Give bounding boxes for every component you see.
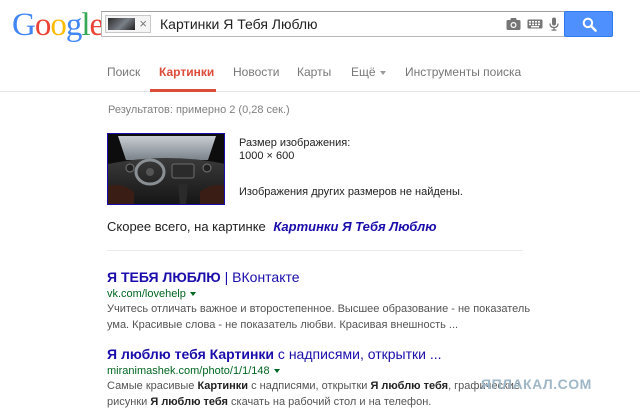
best-guess: Скорее всего, на картинке Картинки Я Теб… (107, 219, 437, 234)
snippet-bold: Я люблю тебя (370, 380, 449, 392)
image-size-value: 1000 × 600 (239, 150, 295, 162)
logo-letter: o (34, 7, 51, 43)
result-url-text: vk.com/lovehelp (107, 288, 186, 300)
result-url: vk.com/lovehelp (107, 287, 627, 301)
logo-letter: o (50, 7, 66, 43)
result-title-rest: | ВКонтакте (220, 269, 300, 285)
image-info: Размер изображения: 1000 × 600 Изображен… (239, 137, 463, 199)
divider (107, 250, 523, 251)
result-url-text: miranimashek.com/photo/1/1/148 (107, 365, 270, 377)
snippet-text: с надписями, открытки (248, 380, 371, 392)
search-input[interactable]: Картинки Я Тебя Люблю (160, 12, 318, 36)
header: Google × Картинки Я Тебя Люблю (0, 0, 640, 52)
best-guess-prefix: Скорее всего, на картинке (107, 219, 266, 234)
tab-more[interactable]: Ещё (351, 65, 386, 79)
google-logo[interactable]: Google (12, 7, 104, 43)
search-image-chip[interactable]: × (105, 15, 151, 33)
dropdown-arrow-icon[interactable] (273, 369, 280, 374)
other-sizes-message: Изображения других размеров не найдены. (239, 186, 463, 198)
snippet-bold: Картинки (197, 380, 249, 392)
tab-more-label: Ещё (351, 65, 376, 79)
result-title-bold: Я люблю тебя Картинки (107, 346, 275, 362)
chevron-down-icon (379, 70, 386, 75)
tab-search[interactable]: Поиск (107, 65, 140, 79)
camera-icon[interactable] (506, 17, 521, 31)
tab-search-tools[interactable]: Инструменты поиска (405, 65, 521, 79)
result-snippet-line: рисунки Я люблю тебя скачать на рабочий … (107, 395, 627, 410)
result-stats: Результатов: примерно 2 (0,28 сек.) (108, 104, 290, 116)
result-title-link[interactable]: Я люблю тебя Картинки с надписями, откры… (107, 346, 627, 363)
dropdown-arrow-icon[interactable] (189, 292, 196, 297)
watermark: ЯПЛАКАЛ.COM (481, 376, 592, 392)
tab-news[interactable]: Новости (233, 65, 279, 79)
query-image-preview[interactable] (107, 133, 225, 205)
image-size-label: Размер изображения: (239, 137, 351, 149)
car-interior-image (108, 134, 224, 204)
search-button[interactable] (564, 11, 613, 37)
mic-icon[interactable] (549, 17, 559, 31)
result-snippet-line: Учитесь отличать важное и второстепенное… (107, 303, 531, 315)
logo-letter: G (12, 7, 36, 43)
snippet-bold: Я люблю тебя (150, 396, 228, 408)
result-title-rest: с надписями, открытки ... (274, 346, 442, 362)
search-tabs: Поиск Картинки Новости Карты Ещё Инструм… (0, 52, 640, 92)
close-icon[interactable]: × (139, 16, 147, 32)
search-icon (582, 17, 597, 32)
result-title-link[interactable]: Я ТЕБЯ ЛЮБЛЮ | ВКонтакте (107, 269, 627, 286)
snippet-text: Самые красивые (107, 380, 198, 392)
search-image-thumbnail (108, 18, 135, 30)
keyboard-icon[interactable] (527, 17, 543, 31)
snippet-text: рисунки (107, 396, 151, 408)
best-guess-link[interactable]: Картинки Я Тебя Люблю (273, 219, 436, 234)
result-title-bold: Я ТЕБЯ ЛЮБЛЮ (107, 269, 221, 285)
tab-maps[interactable]: Карты (297, 65, 331, 79)
result-snippet-line: ума. Красивые слова - не показатель любв… (107, 319, 459, 331)
logo-letter: l (81, 7, 90, 43)
active-tab-indicator (150, 89, 216, 92)
logo-letter: g (65, 7, 82, 43)
snippet-text: скачать на рабочий стол и на телефон. (227, 396, 432, 408)
search-box[interactable]: × Картинки Я Тебя Люблю (101, 11, 565, 37)
search-result: Я ТЕБЯ ЛЮБЛЮ | ВКонтакте vk.com/lovehelp… (107, 269, 627, 333)
tab-images[interactable]: Картинки (159, 65, 214, 79)
